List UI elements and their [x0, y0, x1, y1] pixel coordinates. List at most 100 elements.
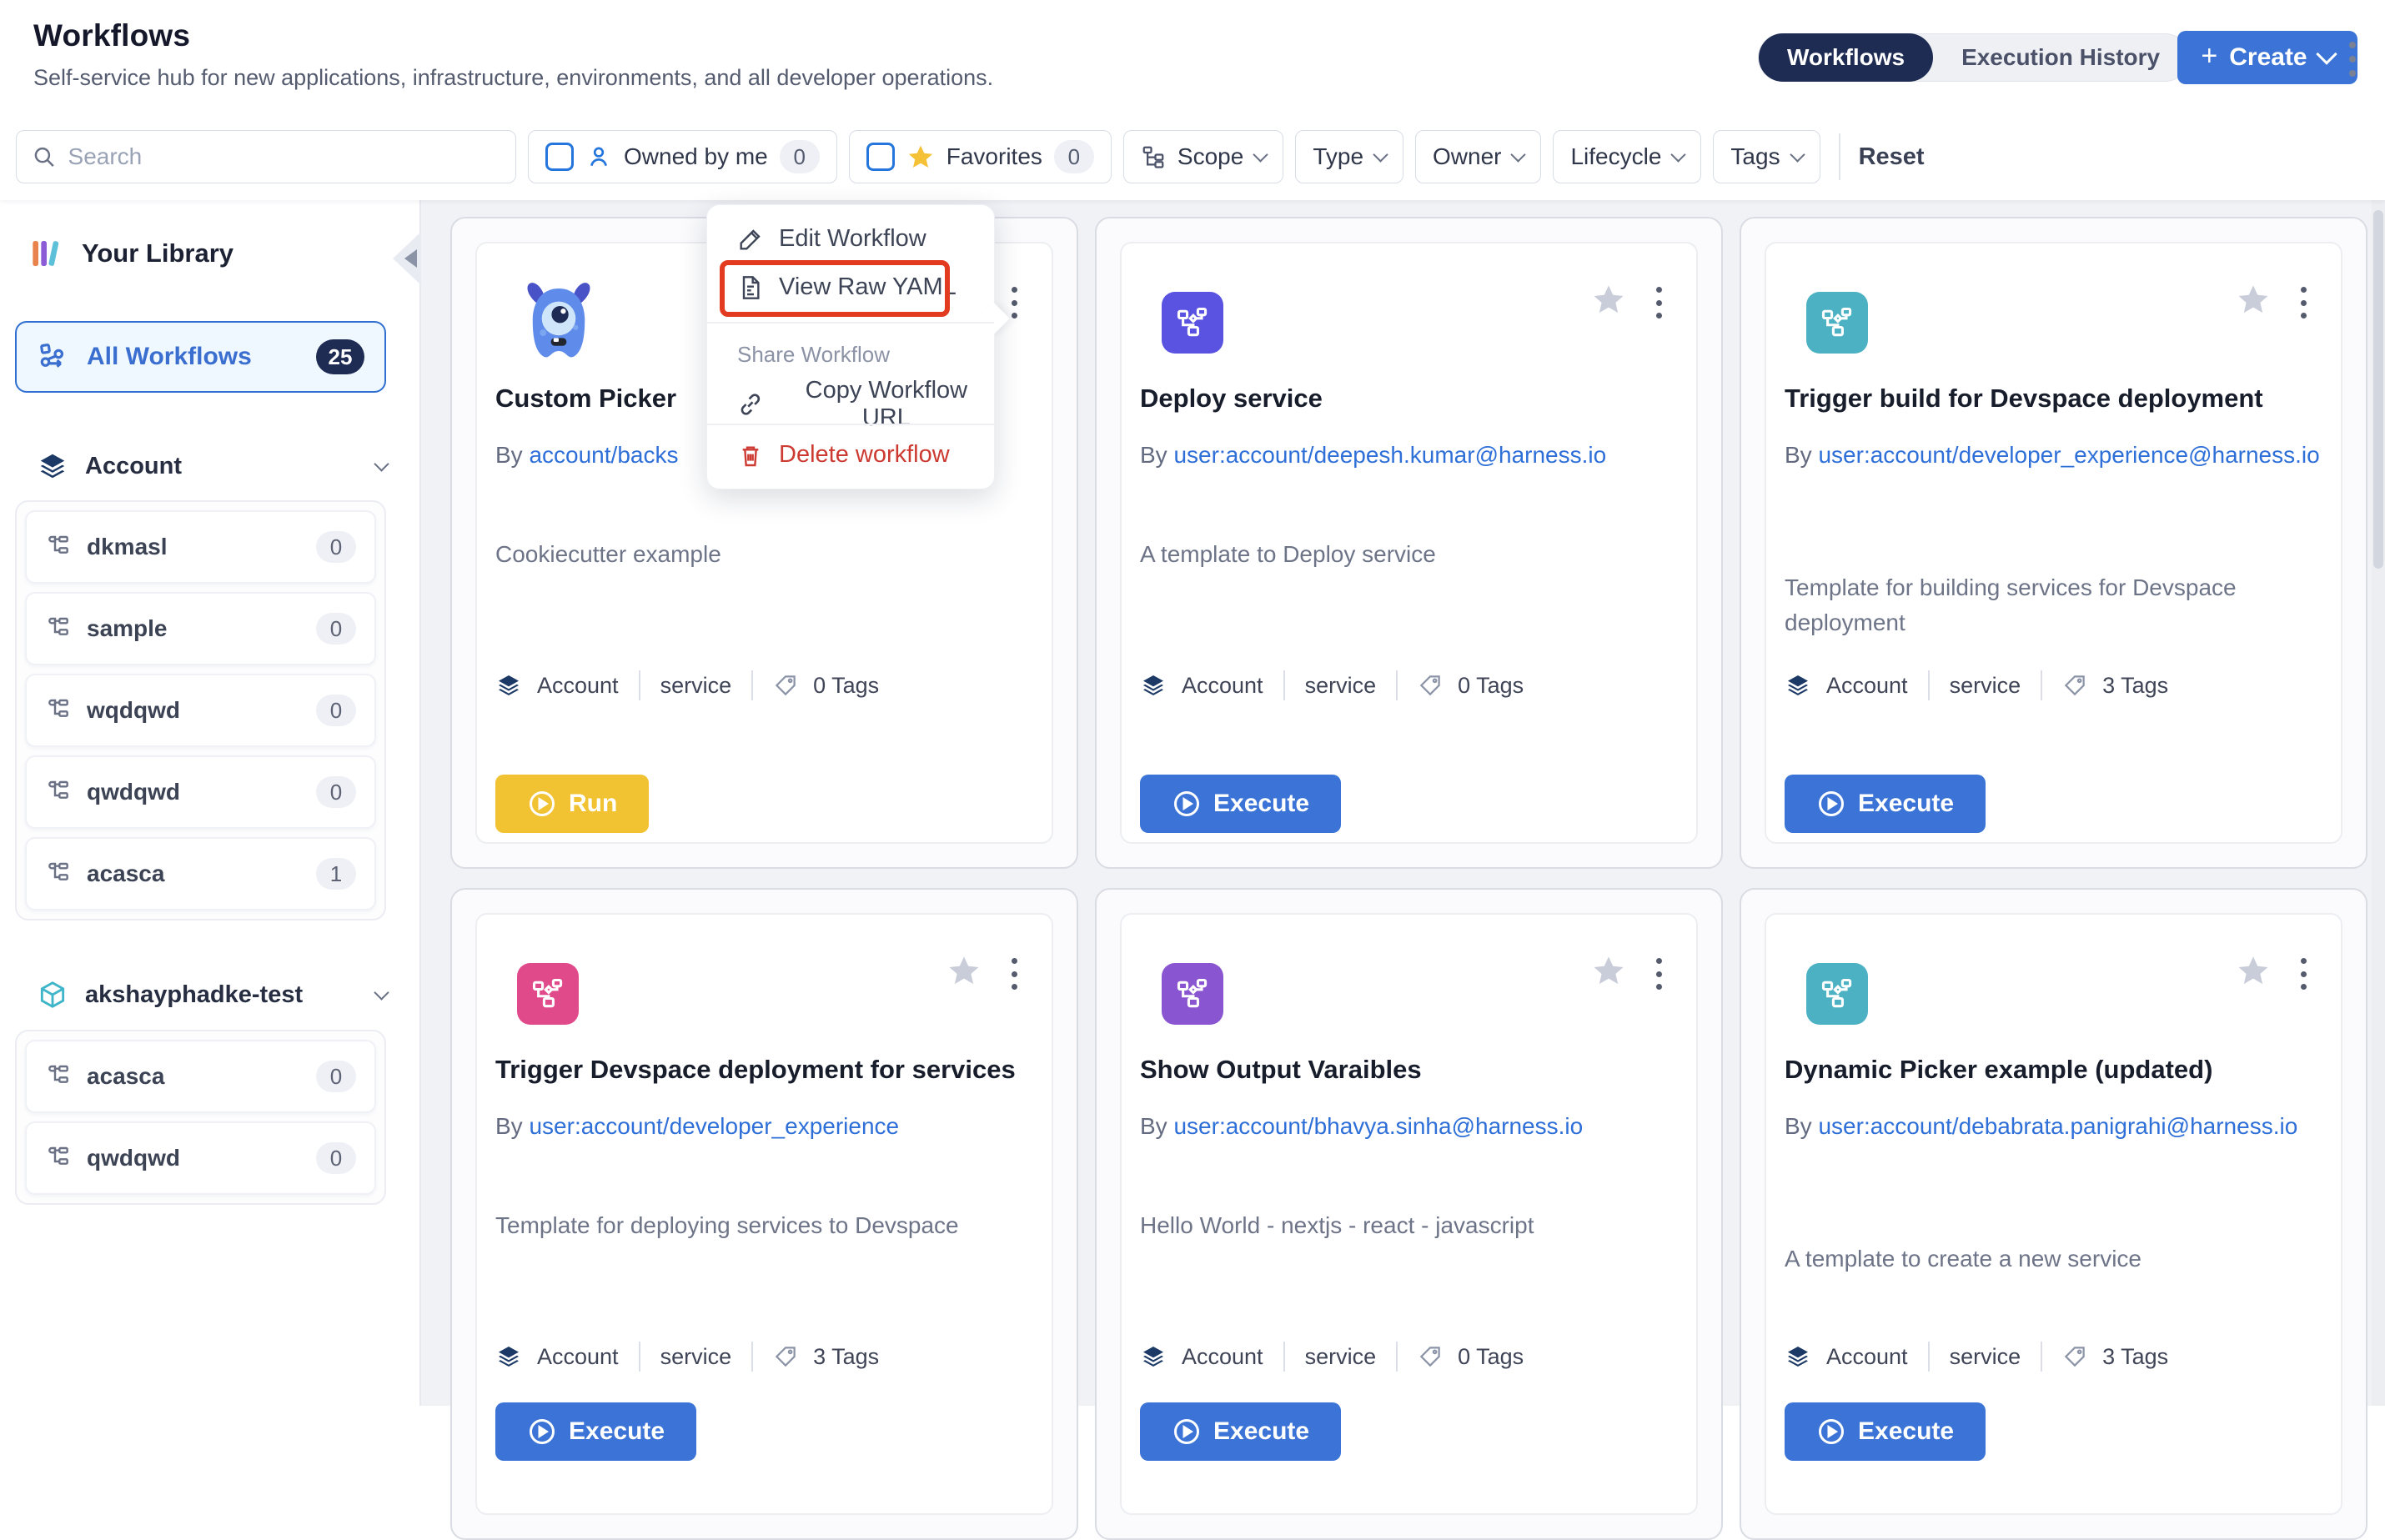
count-badge: 0	[316, 613, 356, 645]
owner-dropdown[interactable]: Owner	[1415, 130, 1541, 183]
sidebar-item-all-workflows[interactable]: All Workflows 25	[15, 321, 386, 393]
tab-workflows[interactable]: Workflows	[1759, 33, 1933, 82]
menu-item-view-raw-yaml[interactable]: View Raw YAML	[737, 273, 957, 301]
card-owner-line: By user:account/developer_experience	[495, 1108, 1037, 1144]
workflow-card-show-output-variables[interactable]: Show Output Varaibles By user:account/bh…	[1095, 888, 1723, 1540]
card-kebab-icon[interactable]	[2291, 283, 2316, 322]
tag-icon	[773, 673, 798, 698]
create-button[interactable]: + Create	[2177, 31, 2357, 84]
workflow-card-trigger-devspace[interactable]: Trigger Devspace deployment for services…	[450, 888, 1078, 1540]
tag-icon	[1418, 1344, 1443, 1369]
play-circle-icon	[527, 1417, 557, 1447]
scope-label: Account	[537, 1344, 619, 1370]
favorite-star-icon[interactable]	[1591, 953, 1626, 988]
sidebar-item-qwdqwd[interactable]: qwdqwd 0	[25, 755, 376, 829]
card-kebab-icon[interactable]	[1002, 955, 1027, 993]
workflow-type-icon	[1806, 292, 1868, 354]
scope-label: Account	[1826, 673, 1908, 699]
card-meta: Account service 3 Tags	[1785, 1342, 2168, 1372]
tag-icon	[2062, 673, 2087, 698]
scope-label: Account	[1826, 1344, 1908, 1370]
owner-link[interactable]: user:account/developer_experience	[529, 1113, 899, 1139]
workflow-type-icon	[1162, 963, 1223, 1025]
menu-item-edit-workflow[interactable]: Edit Workflow	[737, 225, 926, 253]
card-kebab-icon[interactable]	[2291, 955, 2316, 993]
count-badge: 0	[316, 1142, 356, 1174]
execute-button[interactable]: Execute	[1140, 1402, 1341, 1461]
sidebar-collapse-button[interactable]	[393, 232, 421, 285]
card-title: Deploy service	[1140, 384, 1690, 414]
favorite-star-icon[interactable]	[1591, 282, 1626, 317]
owned-by-me-checkbox[interactable]	[545, 143, 574, 171]
play-circle-icon	[1172, 789, 1202, 819]
scope-dropdown[interactable]: Scope	[1123, 130, 1283, 183]
collapse-arrow-icon	[404, 249, 417, 268]
type-label: service	[1305, 1344, 1377, 1370]
sidebar-item-qwdqwd-2[interactable]: qwdqwd 0	[25, 1121, 376, 1195]
card-kebab-icon[interactable]	[1646, 955, 1671, 993]
sidebar-item-wqdqwd[interactable]: wqdqwd 0	[25, 674, 376, 747]
tab-execution-history[interactable]: Execution History	[1933, 33, 2188, 82]
owner-link[interactable]: user:account/deepesh.kumar@harness.io	[1173, 442, 1606, 468]
scope-label: Account	[537, 673, 619, 699]
card-owner-line: By user:account/bhavya.sinha@harness.io	[1140, 1108, 1682, 1144]
sidebar-item-dkmasl[interactable]: dkmasl 0	[25, 510, 376, 584]
execute-button[interactable]: Execute	[1140, 775, 1341, 833]
share-section-label: Share Workflow	[737, 342, 890, 368]
search-box[interactable]	[16, 130, 516, 183]
hierarchy-icon	[45, 697, 72, 724]
sidebar-group-account[interactable]: Account	[37, 445, 387, 487]
sidebar-item-acasca-2[interactable]: acasca 0	[25, 1040, 376, 1113]
sidebar-group-akshayphadke-test[interactable]: akshayphadke-test	[37, 974, 387, 1016]
favorites-checkbox[interactable]	[866, 143, 895, 171]
owner-link[interactable]: user:account/developer_experience@harnes…	[1818, 442, 2319, 468]
owner-link[interactable]: user:account/debabrata.panigrahi@harness…	[1818, 1113, 2297, 1139]
library-title: Your Library	[82, 238, 233, 268]
page-menu-kebab-icon[interactable]	[2340, 38, 2365, 80]
card-context-menu: Edit Workflow View Raw YAML Share Workfl…	[706, 204, 995, 489]
workflow-card-trigger-build[interactable]: Trigger build for Devspace deployment By…	[1740, 217, 2367, 869]
card-description: Hello World - nextjs - react - javascrip…	[1140, 1208, 1674, 1243]
menu-item-delete-workflow[interactable]: Delete workflow	[737, 441, 950, 469]
scrollbar[interactable]	[2372, 200, 2385, 1406]
chevron-down-icon	[374, 456, 389, 471]
layers-icon	[1140, 1343, 1167, 1370]
type-label: service	[660, 1344, 732, 1370]
reset-filters-button[interactable]: Reset	[1859, 143, 1925, 171]
favorite-star-icon[interactable]	[2236, 282, 2271, 317]
search-input[interactable]	[68, 143, 500, 170]
favorite-star-icon[interactable]	[946, 953, 982, 988]
tags-label: 3 Tags	[2102, 673, 2168, 699]
sidebar-item-sample[interactable]: sample 0	[25, 592, 376, 665]
execute-button[interactable]: Execute	[1785, 1402, 1986, 1461]
card-title: Show Output Varaibles	[1140, 1055, 1690, 1085]
execute-button[interactable]: Execute	[495, 1402, 696, 1461]
favorite-star-icon[interactable]	[2236, 953, 2271, 988]
favorites-filter[interactable]: Favorites 0	[849, 130, 1112, 183]
owned-by-me-filter[interactable]: Owned by me 0	[528, 130, 837, 183]
workflow-card-deploy-service[interactable]: Deploy service By user:account/deepesh.k…	[1095, 217, 1723, 869]
page-subtitle: Self-service hub for new applications, i…	[33, 65, 993, 91]
card-owner-line: By user:account/debabrata.panigrahi@harn…	[1785, 1108, 2327, 1144]
hierarchy-icon	[45, 1145, 72, 1171]
scrollbar-thumb[interactable]	[2373, 210, 2383, 569]
owner-link[interactable]: user:account/bhavya.sinha@harness.io	[1173, 1113, 1583, 1139]
card-description: A template to create a new service	[1785, 1242, 2318, 1277]
layers-icon	[1785, 1343, 1811, 1370]
sidebar-item-acasca[interactable]: acasca 1	[25, 837, 376, 910]
execute-button[interactable]: Execute	[1785, 775, 1986, 833]
owner-link[interactable]: account/backs	[529, 442, 678, 468]
workflow-card-dynamic-picker[interactable]: Dynamic Picker example (updated) By user…	[1740, 888, 2367, 1540]
tags-dropdown[interactable]: Tags	[1713, 130, 1820, 183]
count-badge: 0	[316, 1061, 356, 1092]
menu-divider	[707, 424, 994, 425]
card-kebab-icon[interactable]	[1646, 283, 1671, 322]
type-dropdown[interactable]: Type	[1295, 130, 1403, 183]
favorites-count-badge: 0	[1054, 140, 1094, 173]
play-circle-icon	[1816, 789, 1846, 819]
lifecycle-dropdown[interactable]: Lifecycle	[1553, 130, 1701, 183]
chevron-down-icon	[1373, 147, 1388, 162]
run-button[interactable]: Run	[495, 775, 649, 833]
chevron-down-icon	[1253, 147, 1268, 162]
all-workflows-count-badge: 25	[316, 339, 364, 374]
